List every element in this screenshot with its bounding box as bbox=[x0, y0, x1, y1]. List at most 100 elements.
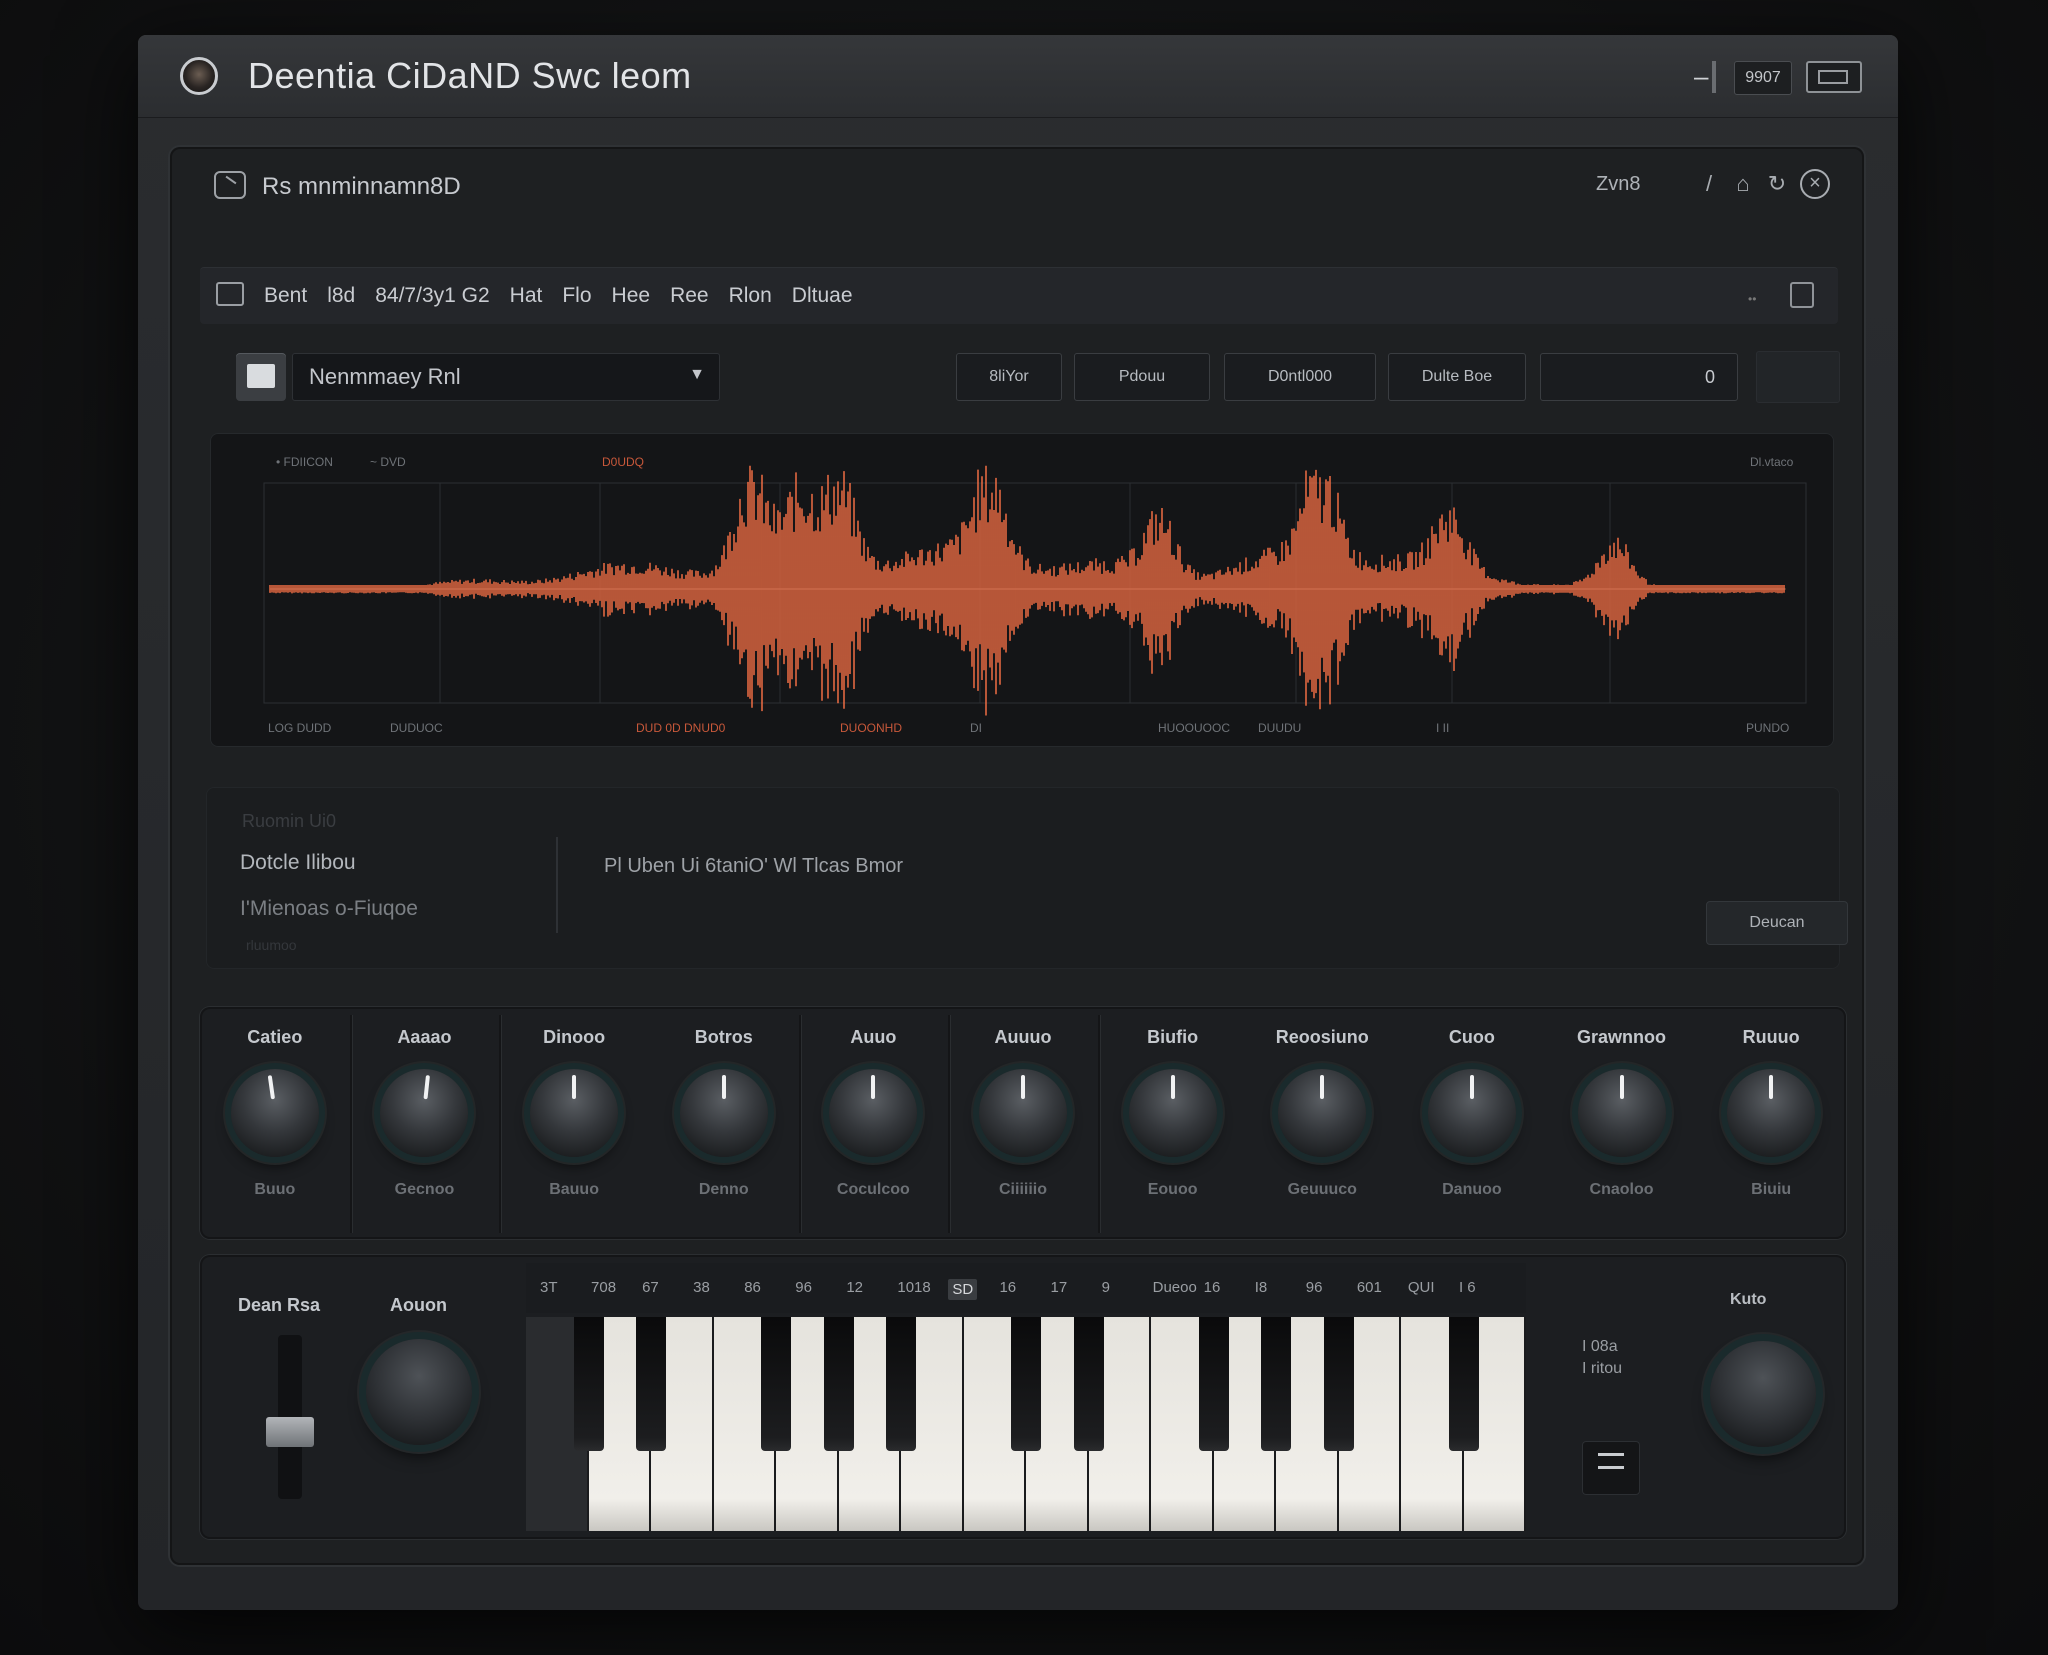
note-label[interactable]: 86 bbox=[744, 1279, 761, 1296]
left-large-knob[interactable] bbox=[366, 1339, 472, 1445]
note-label[interactable]: 12 bbox=[846, 1279, 863, 1296]
black-key[interactable] bbox=[886, 1317, 916, 1451]
info-title: Dotcle Ilibou bbox=[240, 851, 356, 874]
rotary-knob[interactable] bbox=[530, 1069, 619, 1157]
preset-toggle-button[interactable] bbox=[236, 353, 286, 401]
title-bar[interactable]: Deentia CiDaND Swc leom – 9907 bbox=[138, 35, 1898, 118]
menu-item[interactable]: 84/7/3y1 G2 bbox=[375, 284, 489, 308]
waveform-path bbox=[269, 465, 1785, 716]
black-key[interactable] bbox=[1261, 1317, 1291, 1451]
note-label[interactable]: 67 bbox=[642, 1279, 659, 1296]
rotary-knob[interactable] bbox=[979, 1069, 1067, 1157]
info-action-button[interactable]: Deucan bbox=[1706, 901, 1848, 945]
waveform-bottom-label: PUNDO bbox=[1746, 721, 1790, 735]
knob-pointer bbox=[1320, 1075, 1325, 1099]
rotary-knob[interactable] bbox=[829, 1069, 918, 1157]
rotary-knob[interactable] bbox=[1128, 1069, 1217, 1157]
note-label[interactable]: Dueoo bbox=[1153, 1279, 1197, 1296]
refresh-icon[interactable]: ↻ bbox=[1764, 171, 1790, 197]
lock-icon[interactable]: ⌂ bbox=[1730, 171, 1756, 197]
knob-value: Cnaoloo bbox=[1589, 1181, 1654, 1198]
menu-item[interactable]: Hat bbox=[510, 284, 543, 308]
knob-value: Biuiu bbox=[1751, 1181, 1792, 1198]
black-key[interactable] bbox=[761, 1317, 791, 1451]
menu-window-icon[interactable] bbox=[216, 282, 244, 306]
knob-value: Geuuuco bbox=[1287, 1181, 1357, 1198]
left-knob-label: Aouon bbox=[390, 1295, 447, 1315]
pen-icon[interactable]: / bbox=[1696, 171, 1722, 197]
rotary-knob[interactable] bbox=[1427, 1069, 1516, 1157]
menu-item[interactable]: Hee bbox=[612, 284, 651, 308]
note-label[interactable]: SD bbox=[948, 1279, 978, 1300]
knob-pointer bbox=[572, 1075, 577, 1099]
menu-items: Bent l8d 84/7/3y1 G2 Hat Flo Hee Ree Rlon Dltuae bbox=[264, 284, 853, 308]
knob-pointer bbox=[721, 1075, 726, 1099]
note-label[interactable]: 708 bbox=[591, 1279, 616, 1296]
menu-item[interactable]: Bent bbox=[264, 284, 307, 308]
rotary-knob[interactable] bbox=[230, 1069, 319, 1157]
knob-control: Grawnnoo Cnaoloo bbox=[1552, 1007, 1692, 1239]
waveform-display[interactable]: • FDIICON ~ DVD D0UDQ Dl.vtaco LOG DUDD … bbox=[210, 433, 1834, 747]
window-size-button[interactable]: 9907 bbox=[1734, 61, 1792, 95]
fader-handle[interactable] bbox=[266, 1417, 314, 1447]
knob-value: Coculcoo bbox=[836, 1181, 910, 1198]
rotary-knob[interactable] bbox=[1278, 1069, 1367, 1157]
toolbar-value-field[interactable]: 0 bbox=[1540, 353, 1738, 401]
black-key[interactable] bbox=[823, 1317, 854, 1451]
toolbar-button-1[interactable]: 8liYor bbox=[956, 353, 1062, 401]
note-label[interactable]: I 6 bbox=[1459, 1279, 1476, 1296]
note-label[interactable]: 9 bbox=[1102, 1279, 1110, 1296]
knob-divider bbox=[798, 1015, 801, 1233]
preset-select[interactable]: Nenmmaey Rnl ▼ bbox=[292, 353, 720, 401]
toolbar-button-4[interactable]: Dulte Boe bbox=[1388, 353, 1526, 401]
note-label[interactable]: 3T bbox=[540, 1279, 558, 1296]
note-label[interactable]: 96 bbox=[795, 1279, 812, 1296]
note-label[interactable]: 1018 bbox=[897, 1279, 930, 1296]
menu-item[interactable]: Flo bbox=[562, 284, 591, 308]
window-mode-button[interactable] bbox=[1806, 61, 1862, 93]
note-label[interactable]: 96 bbox=[1306, 1279, 1323, 1296]
knob-pointer bbox=[1170, 1075, 1175, 1099]
note-label[interactable]: QUI bbox=[1408, 1279, 1435, 1296]
close-icon[interactable]: × bbox=[1800, 169, 1830, 199]
knob-label: Auuo bbox=[850, 1027, 897, 1047]
black-key[interactable] bbox=[1011, 1317, 1041, 1451]
knob-divider bbox=[1097, 1015, 1100, 1233]
rotary-knob[interactable] bbox=[679, 1069, 768, 1157]
note-label[interactable]: 16 bbox=[999, 1279, 1016, 1296]
knob-control: Catieo Buuo bbox=[205, 1007, 345, 1239]
rotary-knob[interactable] bbox=[1577, 1069, 1666, 1157]
zoom-label[interactable]: Zvn8 bbox=[1596, 173, 1640, 196]
menu-item[interactable]: l8d bbox=[327, 284, 355, 308]
black-key[interactable] bbox=[1323, 1317, 1354, 1451]
info-subtitle: I'Mienoas o-Fiuqoe bbox=[240, 897, 418, 920]
info-faded-label: Ruomin Ui0 bbox=[242, 811, 337, 831]
black-key[interactable] bbox=[573, 1317, 604, 1451]
note-label[interactable]: 16 bbox=[1204, 1279, 1221, 1296]
right-small-label: I ritou bbox=[1582, 1360, 1623, 1377]
panel-gauge-icon bbox=[214, 171, 246, 199]
piano-keyboard[interactable] bbox=[526, 1317, 1526, 1531]
toolbar-button-3[interactable]: D0ntl000 bbox=[1224, 353, 1376, 401]
black-key[interactable] bbox=[636, 1317, 666, 1451]
menu-item[interactable]: Ree bbox=[670, 284, 709, 308]
right-switch[interactable] bbox=[1582, 1441, 1640, 1495]
knob-control: Dinooo Bauuo bbox=[504, 1007, 644, 1239]
black-key[interactable] bbox=[1448, 1317, 1479, 1451]
black-key[interactable] bbox=[1073, 1317, 1104, 1451]
note-label[interactable]: 17 bbox=[1051, 1279, 1068, 1296]
toolbar-extra-button[interactable] bbox=[1756, 351, 1840, 403]
note-label[interactable]: 601 bbox=[1357, 1279, 1382, 1296]
note-label[interactable]: I8 bbox=[1255, 1279, 1268, 1296]
note-label[interactable]: 38 bbox=[693, 1279, 710, 1296]
knob-value: Ciiiiiio bbox=[999, 1181, 1047, 1198]
knob-control: Ruuuo Biuiu bbox=[1701, 1007, 1841, 1239]
right-large-knob[interactable] bbox=[1710, 1341, 1816, 1447]
black-key[interactable] bbox=[1198, 1317, 1229, 1451]
rotary-knob[interactable] bbox=[380, 1069, 469, 1157]
toolbar-button-2[interactable]: Pdouu bbox=[1074, 353, 1210, 401]
menu-item[interactable]: Dltuae bbox=[792, 284, 853, 308]
menu-options-icon[interactable] bbox=[1790, 282, 1814, 308]
rotary-knob[interactable] bbox=[1727, 1069, 1816, 1157]
menu-item[interactable]: Rlon bbox=[729, 284, 772, 308]
